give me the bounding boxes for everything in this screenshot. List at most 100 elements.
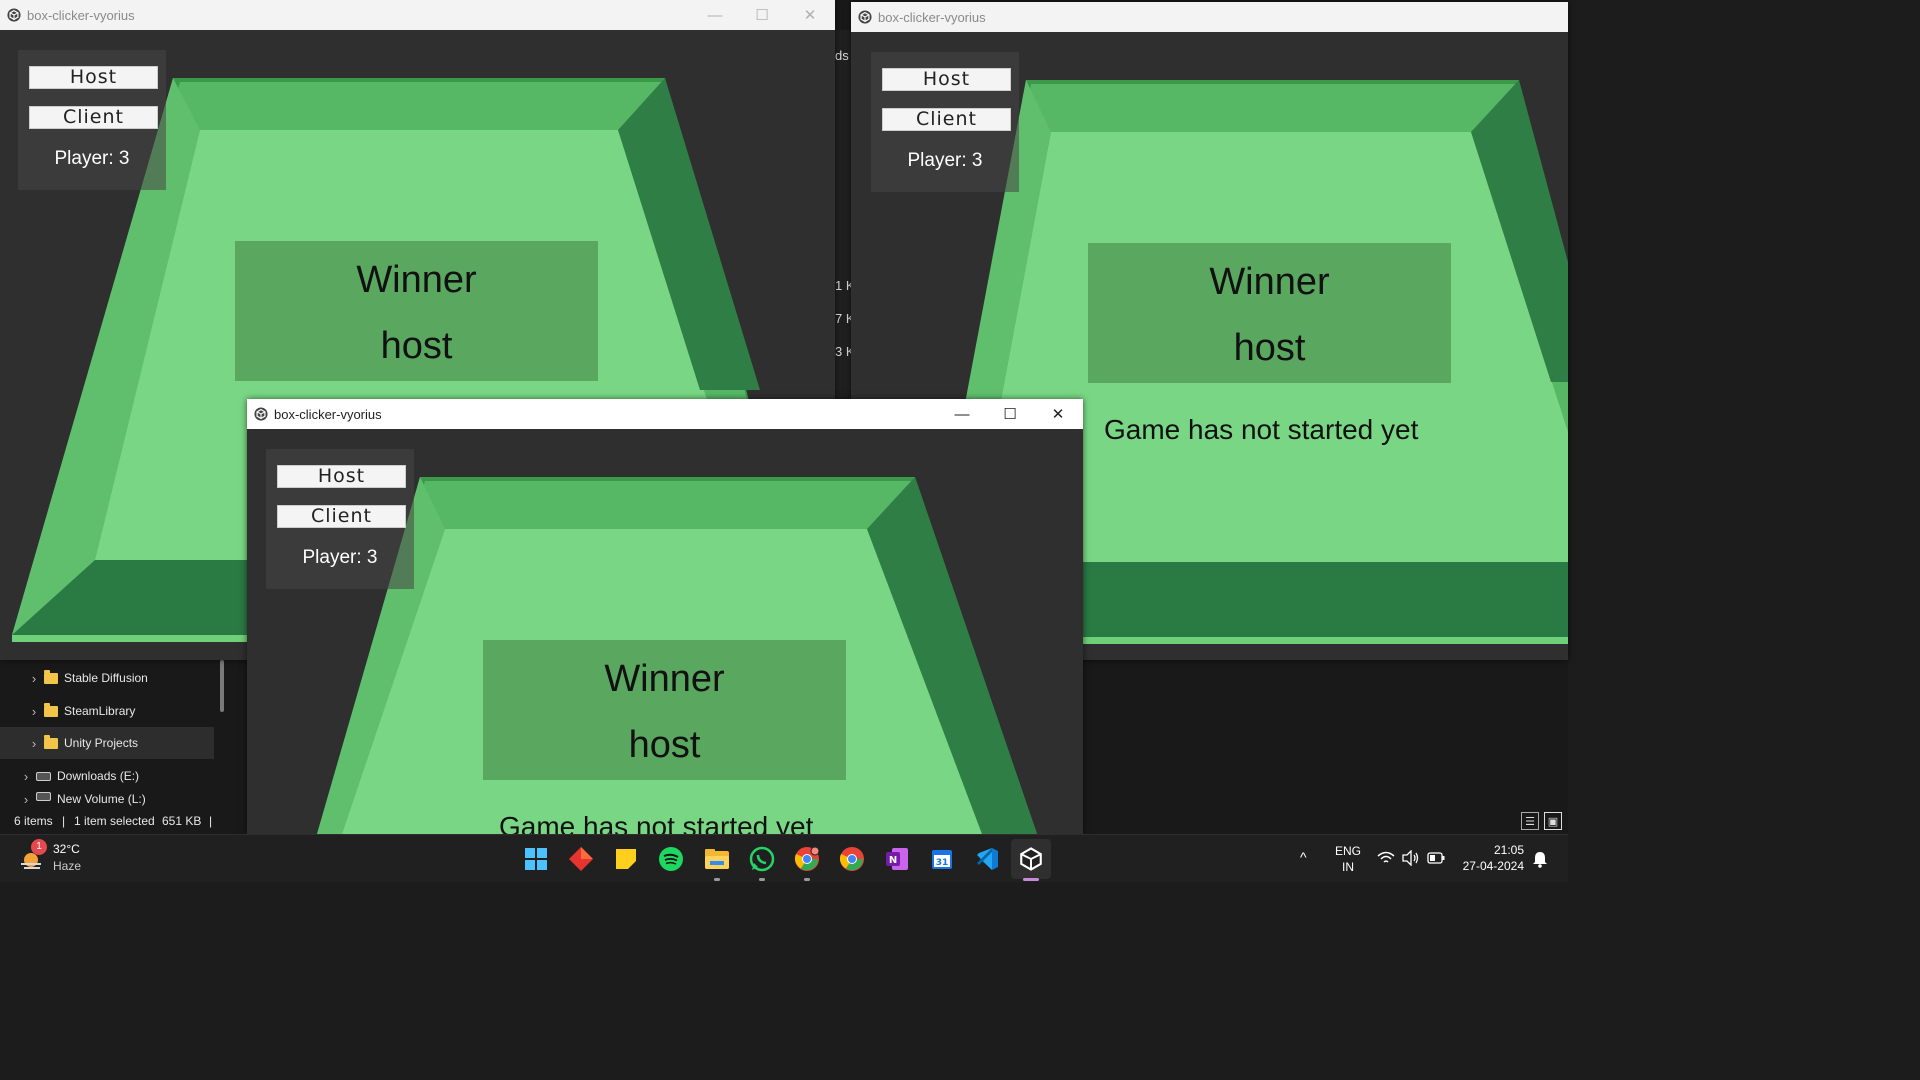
host-button[interactable]: Host — [277, 465, 406, 488]
drive-icon — [36, 771, 51, 781]
tree-item-label: Downloads (E:) — [57, 769, 140, 783]
tree-item-steamlibrary[interactable]: › SteamLibrary — [0, 695, 238, 727]
running-indicator — [714, 878, 720, 881]
maximize-button[interactable]: ☐ — [987, 399, 1033, 429]
clock-time[interactable]: 21:05 — [1468, 843, 1524, 857]
client-button[interactable]: Client — [882, 108, 1011, 131]
unity-app-icon — [254, 407, 268, 421]
explorer-partial-column: ds 1 KB 7 KB 3 KB — [835, 30, 851, 400]
close-button[interactable]: ✕ — [1035, 399, 1081, 429]
folder-icon — [44, 702, 58, 717]
chevron-right-icon[interactable]: › — [24, 671, 44, 686]
minimize-button[interactable]: — — [939, 399, 985, 429]
item-count: 6 items — [14, 814, 53, 828]
tree-item-downloads-drive[interactable]: › Downloads (E:) — [0, 760, 230, 792]
spotify-icon[interactable] — [657, 845, 685, 873]
weather-widget[interactable]: 1 — [18, 839, 47, 873]
player-count: Player: 3 — [907, 150, 983, 171]
tree-item-stable-diffusion[interactable]: › Stable Diffusion — [0, 662, 238, 694]
player-count: Player: 3 — [302, 547, 378, 568]
weather-description: Haze — [53, 859, 82, 873]
window-title: box-clicker-vyorius — [878, 9, 986, 25]
wifi-icon[interactable] — [1377, 851, 1395, 865]
chevron-right-icon[interactable]: › — [16, 792, 36, 807]
calendar-icon[interactable]: 31 — [928, 845, 956, 873]
close-button[interactable]: ✕ — [787, 0, 833, 30]
large-icons-view-icon[interactable]: ▣ — [1544, 812, 1562, 830]
running-indicator — [804, 878, 810, 881]
title-bar[interactable]: box-clicker-vyorius — [851, 2, 1568, 32]
partial-size: 1 KB — [835, 278, 851, 293]
unity-app-icon — [7, 8, 21, 22]
tree-item-label: Stable Diffusion — [64, 671, 148, 685]
winner-name: host — [1233, 327, 1306, 369]
minimize-button[interactable]: — — [692, 0, 738, 30]
maximize-button[interactable]: ☐ — [739, 0, 785, 30]
notification-bell-icon[interactable] — [1532, 850, 1548, 868]
weather-temperature: 32°C — [53, 842, 80, 856]
unity-icon[interactable] — [1011, 839, 1051, 881]
partial-size: 3 KB — [835, 344, 851, 359]
winner-title: Winner — [356, 259, 477, 301]
chevron-right-icon[interactable]: › — [24, 736, 44, 751]
tree-item-label: SteamLibrary — [64, 704, 136, 718]
game-status-text: Game has not started yet — [499, 811, 814, 834]
player-count: Player: 3 — [54, 148, 130, 169]
folder-icon — [44, 734, 58, 749]
host-button[interactable]: Host — [29, 66, 158, 89]
client-button[interactable]: Client — [277, 505, 406, 528]
vscode-icon[interactable] — [973, 845, 1001, 873]
notification-badge: 1 — [31, 839, 47, 855]
folder-icon — [44, 669, 58, 684]
network-panel: Host Client Player: 3 — [18, 50, 166, 190]
network-panel: Host Client Player: 3 — [266, 449, 414, 589]
chevron-right-icon[interactable]: › — [24, 704, 44, 719]
winner-panel: Winner host — [235, 241, 598, 381]
svg-text:N: N — [889, 855, 897, 866]
whatsapp-icon[interactable] — [748, 845, 776, 881]
clock-date[interactable]: 27-04-2024 — [1452, 859, 1524, 873]
sticky-notes-icon[interactable] — [612, 845, 640, 873]
input-language[interactable]: ENG — [1334, 844, 1362, 858]
client-button[interactable]: Client — [29, 106, 158, 129]
tree-item-label: New Volume (L:) — [57, 792, 146, 806]
running-indicator — [759, 878, 765, 881]
tree-item-label: Unity Projects — [64, 736, 139, 750]
navigation-tree: › Stable Diffusion › SteamLibrary › Unit… — [0, 660, 226, 808]
file-explorer-icon[interactable] — [703, 845, 731, 881]
unity-app-icon — [858, 10, 872, 24]
details-view-icon[interactable]: ☰ — [1521, 812, 1539, 830]
winner-name: host — [628, 724, 701, 766]
network-panel: Host Client Player: 3 — [871, 52, 1019, 192]
red-diamond-app-icon[interactable] — [567, 845, 595, 873]
game-viewport[interactable]: Host Client Player: 3 Winner host Game h… — [247, 429, 1083, 834]
show-hidden-icons-chevron[interactable]: ^ — [1300, 849, 1307, 865]
title-bar[interactable]: box-clicker-vyorius — ☐ ✕ — [0, 0, 835, 30]
host-button[interactable]: Host — [882, 68, 1011, 91]
winner-panel: Winner host — [1088, 243, 1451, 383]
battery-icon[interactable] — [1427, 852, 1445, 864]
chevron-right-icon[interactable]: › — [16, 769, 36, 784]
tree-item-unity-projects[interactable]: › Unity Projects — [0, 727, 214, 759]
title-bar[interactable]: box-clicker-vyorius — ☐ ✕ — [247, 399, 1083, 429]
winner-title: Winner — [1209, 261, 1330, 303]
game-window-front: box-clicker-vyorius — ☐ ✕ Host Client Pl… — [247, 399, 1083, 834]
chrome-icon[interactable] — [838, 845, 866, 873]
tree-scrollbar[interactable] — [220, 660, 224, 712]
window-title: box-clicker-vyorius — [27, 7, 135, 23]
selection-count: 1 item selected — [74, 814, 155, 828]
chrome-profile-icon[interactable] — [793, 845, 821, 881]
status-cursor: | — [209, 814, 213, 828]
onenote-icon[interactable]: N — [883, 845, 911, 873]
start-icon[interactable] — [522, 845, 550, 873]
winner-panel: Winner host — [483, 640, 846, 780]
tree-item-new-volume-drive[interactable]: › New Volume (L:) — [0, 792, 230, 808]
winner-title: Winner — [604, 658, 725, 700]
svg-text:31: 31 — [936, 858, 949, 868]
input-region[interactable]: IN — [1334, 860, 1362, 874]
selection-size: 651 KB — [162, 814, 202, 828]
drive-icon — [36, 792, 51, 801]
game-status-text: Game has not started yet — [1104, 414, 1419, 445]
partial-size: 7 KB — [835, 311, 851, 326]
volume-icon[interactable] — [1402, 850, 1420, 866]
